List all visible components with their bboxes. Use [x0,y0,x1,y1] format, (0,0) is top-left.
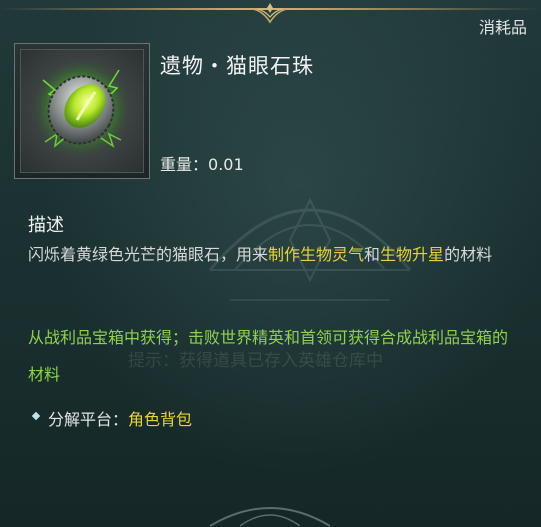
description-highlight-starup: 生物升星 [380,245,445,264]
item-tooltip: 消耗品 遗物・猫眼石珠 重量：0.01 描述 闪烁着黄绿色光芒的猫眼石，用来制作… [0,0,541,527]
description-text: 闪烁着黄绿色光芒的猫眼石，用来制作生物灵气和生物升星的材料 [28,234,518,275]
weight-label: 重量： [160,155,209,174]
description-part-1: 闪烁着黄绿色光芒的猫眼石，用来 [28,245,269,264]
item-name: 遗物・猫眼石珠 [160,54,314,78]
item-icon-frame[interactable] [14,43,150,179]
description-part-3: 的材料 [444,245,493,264]
item-weight: 重量：0.01 [160,151,244,175]
item-icon-slot [20,49,144,173]
dismantle-platform: 分解平台： 角色背包 [31,406,193,430]
item-category: 消耗品 [478,18,527,37]
platform-label: 分解平台： [48,410,129,429]
description-part-2: 和 [364,245,381,264]
bottom-ornament-icon [209,507,331,527]
top-ornament-icon [251,3,289,24]
bullet-diamond-icon [31,411,41,421]
description-highlight-aura: 制作生物灵气 [268,245,365,264]
platform-value: 角色背包 [128,410,193,429]
cat-eye-gem-icon [31,58,131,158]
weight-value: 0.01 [208,155,244,174]
item-source-text: 从战利品宝箱中获得；击败世界精英和首领可获得合成战利品宝箱的材料 [28,328,509,384]
